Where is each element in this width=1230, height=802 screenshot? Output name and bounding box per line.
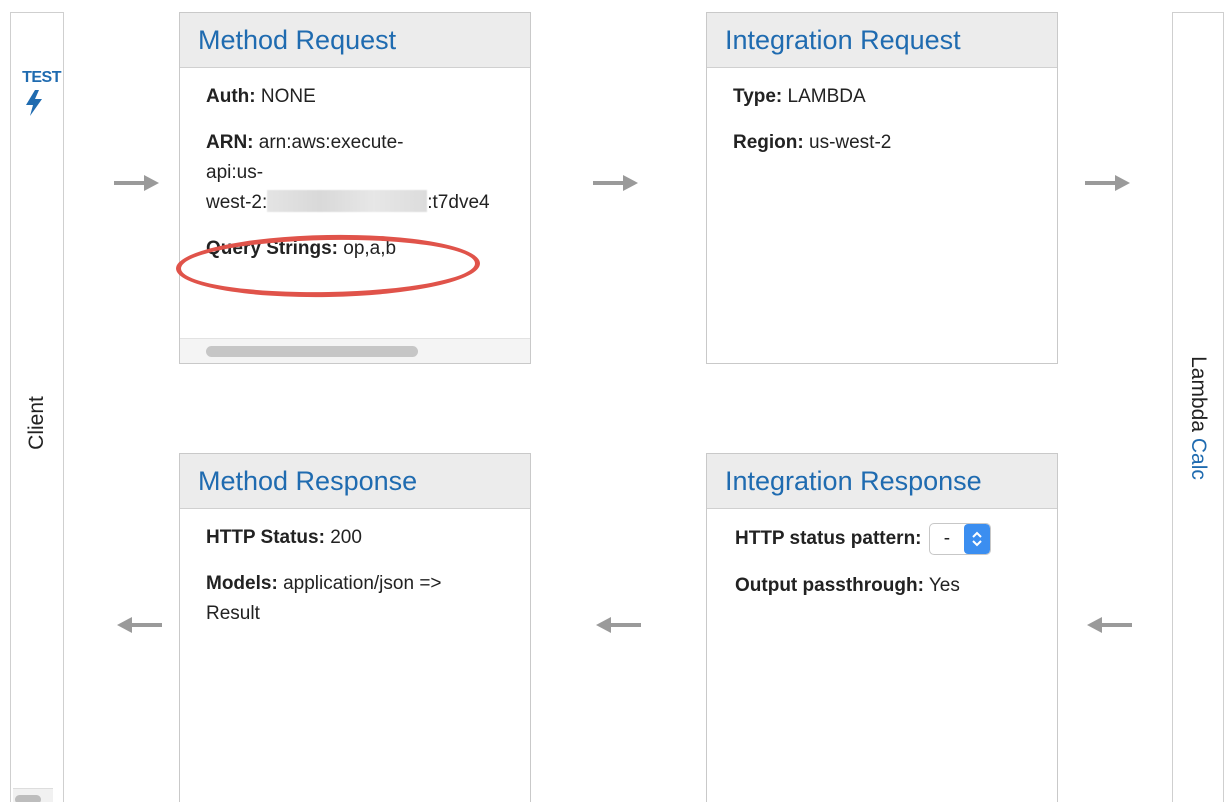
method-response-title[interactable]: Method Response bbox=[198, 466, 417, 496]
query-strings-label: Query Strings: bbox=[206, 238, 338, 259]
method-request-scrollbar[interactable] bbox=[180, 338, 530, 363]
arn-line-3-suffix: :t7dve4 bbox=[427, 192, 490, 213]
method-request-title[interactable]: Method Request bbox=[198, 25, 396, 55]
region-value: us-west-2 bbox=[809, 132, 892, 153]
integration-response-body: HTTP status pattern: - Output passthroug… bbox=[707, 509, 1057, 617]
integration-response-panel: Integration Response HTTP status pattern… bbox=[706, 453, 1058, 802]
method-request-body: Auth: NONE ARN: arn:aws:execute- api:us-… bbox=[180, 68, 530, 322]
region-row: Region: us-west-2 bbox=[733, 128, 1031, 158]
auth-label: Auth: bbox=[206, 86, 256, 107]
models-label: Models: bbox=[206, 573, 278, 594]
status-pattern-label: HTTP status pattern: bbox=[735, 528, 922, 550]
http-status-label: HTTP Status: bbox=[206, 527, 325, 548]
integration-request-body: Type: LAMBDA Region: us-west-2 bbox=[707, 68, 1057, 174]
arrow-left-icon bbox=[596, 617, 641, 633]
auth-value: NONE bbox=[260, 86, 316, 107]
lightning-bolt-icon bbox=[26, 90, 42, 116]
integration-response-header: Integration Response bbox=[707, 454, 1057, 509]
models-row: Models: application/json => Result bbox=[206, 569, 504, 629]
test-button[interactable]: TEST bbox=[11, 69, 63, 117]
output-passthrough-label: Output passthrough: bbox=[735, 575, 924, 596]
test-label: TEST bbox=[22, 69, 61, 86]
output-passthrough-value: Yes bbox=[928, 575, 960, 596]
http-status-value: 200 bbox=[330, 527, 362, 548]
http-status-row: HTTP Status: 200 bbox=[206, 523, 504, 553]
method-execution-diagram: TEST Client Method Request Auth: NONE AR… bbox=[0, 0, 1230, 802]
type-row: Type: LAMBDA bbox=[733, 82, 1031, 112]
models-value-line1: application/json => bbox=[283, 573, 442, 594]
status-pattern-select[interactable]: - bbox=[928, 523, 992, 555]
region-label: Region: bbox=[733, 132, 804, 153]
auth-row: Auth: NONE bbox=[206, 82, 504, 112]
method-request-header: Method Request bbox=[180, 13, 530, 68]
arn-label: ARN: bbox=[206, 132, 254, 153]
lambda-label: Lambda bbox=[1187, 356, 1210, 433]
arn-line-1: arn:aws:execute- bbox=[258, 132, 404, 153]
status-pattern-row: HTTP status pattern: - bbox=[735, 523, 1049, 555]
integration-request-header: Integration Request bbox=[707, 13, 1057, 68]
status-pattern-selected: - bbox=[943, 528, 951, 549]
arrow-left-icon bbox=[117, 617, 162, 633]
client-label-wrap: Client bbox=[11, 393, 63, 453]
client-label: Client bbox=[25, 396, 48, 450]
arrow-right-icon bbox=[1085, 175, 1130, 191]
select-caret-icon bbox=[964, 524, 991, 554]
type-value: LAMBDA bbox=[787, 86, 866, 107]
integration-request-panel: Integration Request Type: LAMBDA Region:… bbox=[706, 12, 1058, 364]
output-passthrough-row: Output passthrough: Yes bbox=[735, 571, 1049, 601]
method-response-panel: Method Response HTTP Status: 200 Models:… bbox=[179, 453, 531, 802]
type-label: Type: bbox=[733, 86, 783, 107]
lambda-label-wrap: Lambda Calc bbox=[1173, 333, 1223, 503]
client-scrollbar-thumb[interactable] bbox=[15, 795, 41, 802]
query-strings-value: op,a,b bbox=[343, 238, 397, 259]
client-scrollbar[interactable] bbox=[13, 788, 53, 802]
arrow-right-icon bbox=[593, 175, 638, 191]
method-response-body: HTTP Status: 200 Models: application/jso… bbox=[180, 509, 530, 645]
arn-line-3-prefix: west-2: bbox=[206, 192, 268, 213]
method-response-header: Method Response bbox=[180, 454, 530, 509]
arrow-left-icon bbox=[1087, 617, 1132, 633]
lambda-function-link[interactable]: Calc bbox=[1187, 438, 1210, 480]
models-value-line2: Result bbox=[206, 603, 260, 624]
integration-response-title[interactable]: Integration Response bbox=[725, 466, 982, 496]
query-strings-row: Query Strings: op,a,b bbox=[206, 234, 504, 264]
method-request-scrollbar-thumb[interactable] bbox=[206, 346, 418, 357]
integration-request-title[interactable]: Integration Request bbox=[725, 25, 961, 55]
arn-row: ARN: arn:aws:execute- api:us- west-2: :t7… bbox=[206, 128, 504, 218]
method-request-panel: Method Request Auth: NONE ARN: arn:aws:e… bbox=[179, 12, 531, 364]
arrow-right-icon bbox=[114, 175, 159, 191]
arn-line-2: api:us- bbox=[206, 162, 264, 183]
client-column: TEST Client bbox=[10, 12, 64, 802]
lambda-column: Lambda Calc bbox=[1172, 12, 1224, 802]
redacted-account-id bbox=[267, 190, 428, 212]
